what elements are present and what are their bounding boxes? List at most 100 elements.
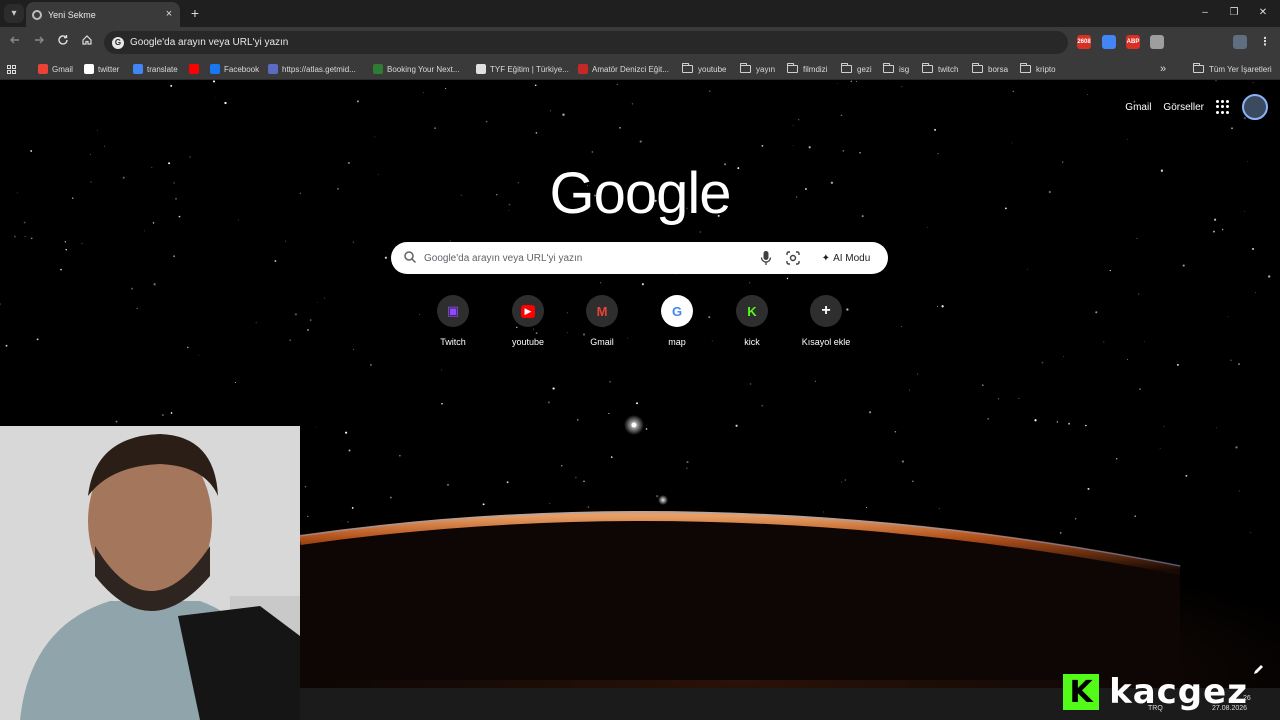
star <box>936 305 939 307</box>
search-input[interactable] <box>424 249 744 267</box>
google-icon: G <box>661 295 693 327</box>
star <box>686 467 688 469</box>
webcam-overlay <box>0 426 300 720</box>
restore-button[interactable]: ❐ <box>1223 5 1245 21</box>
shortcut-tile[interactable]: Gmap <box>640 295 714 347</box>
shortcut-label: map <box>668 337 686 347</box>
home-button[interactable] <box>78 33 96 51</box>
window-close-button[interactable]: ✕ <box>1252 5 1274 21</box>
star <box>81 243 83 245</box>
microphone-icon[interactable] <box>759 250 773 266</box>
minimize-button[interactable]: – <box>1194 5 1216 21</box>
all-bookmarks-button[interactable]: Tüm Yer İşaretleri <box>1193 61 1272 77</box>
address-bar[interactable]: G Google'da arayın veya URL'yi yazın <box>104 31 1068 54</box>
shortcut-tile[interactable]: ▣ Twitch <box>416 295 490 347</box>
star <box>224 101 227 105</box>
star <box>198 354 200 356</box>
adblock-ext-icon[interactable]: ABP <box>1126 35 1140 49</box>
bookmark-item[interactable]: youtube <box>682 61 726 77</box>
tray-date[interactable]: 27.08.2026 <box>1212 705 1247 712</box>
bookmark-item[interactable]: filmdizi <box>787 61 827 77</box>
home-icon <box>82 35 92 45</box>
bookmark-item[interactable]: Booking Your Next... <box>373 61 460 77</box>
reload-button[interactable] <box>54 33 72 51</box>
ai-mode-button[interactable]: ✦ AI Modu <box>813 246 879 270</box>
star <box>1235 446 1238 449</box>
tab-close-icon[interactable]: × <box>162 7 176 21</box>
badge-ext-icon[interactable]: 2608 <box>1077 35 1091 49</box>
account-avatar[interactable] <box>1242 94 1268 120</box>
google-lens-icon[interactable] <box>785 250 801 266</box>
star <box>591 151 594 153</box>
tab-active[interactable]: Yeni Sekme × <box>26 2 180 27</box>
gmail-icon: M <box>586 295 618 327</box>
reload-icon <box>58 35 68 45</box>
star <box>64 241 66 243</box>
shortcut-tile[interactable]: Kkick <box>715 295 789 347</box>
star <box>315 426 317 428</box>
star <box>1227 316 1229 317</box>
bookmark-item[interactable]: gezi <box>841 61 872 77</box>
back-button[interactable] <box>6 33 24 51</box>
bookmark-item[interactable]: Facebook <box>210 61 259 77</box>
star <box>1074 518 1077 520</box>
sailing-icon <box>578 64 588 74</box>
ext-icon[interactable] <box>1150 35 1164 49</box>
shortcut-tile[interactable]: ▶ youtube <box>491 295 565 347</box>
bookmark-item[interactable]: isg <box>883 61 909 77</box>
bookmark-item[interactable]: borsa <box>972 61 1008 77</box>
bookmark-item[interactable]: twitter <box>84 61 119 77</box>
forward-button[interactable] <box>30 33 48 51</box>
bookmarks-overflow-button[interactable]: » <box>1160 61 1166 77</box>
star <box>13 235 16 238</box>
star <box>1176 363 1179 366</box>
star <box>1087 487 1090 490</box>
bookmark-item[interactable]: https://atlas.getmid... <box>268 61 356 77</box>
pencil-icon[interactable] <box>1252 662 1266 676</box>
bookmark-item[interactable]: kripto <box>1020 61 1056 77</box>
star <box>1250 531 1252 534</box>
tab-search-button[interactable]: ▾ <box>4 4 24 23</box>
star <box>1063 356 1064 357</box>
tray-time[interactable]: 26 <box>1243 695 1251 702</box>
bookmark-item[interactable]: Gmail <box>38 61 73 77</box>
star <box>1185 474 1188 477</box>
page-icon <box>476 64 486 74</box>
shortcut-tile[interactable]: + Kısayol ekle <box>789 295 863 347</box>
new-tab-button[interactable]: + <box>186 5 204 23</box>
puzzle-icon[interactable] <box>1198 35 1212 49</box>
star <box>749 383 752 385</box>
star <box>850 80 853 83</box>
translate-ext-icon[interactable] <box>1102 35 1116 49</box>
images-link[interactable]: Görseller <box>1163 102 1204 113</box>
star <box>1068 422 1071 425</box>
star <box>255 322 257 324</box>
tray-language[interactable]: TRQ <box>1148 705 1163 712</box>
kebab-menu-icon[interactable]: ⋮ <box>1258 35 1272 49</box>
bookmark-item[interactable]: translate <box>133 61 178 77</box>
star <box>786 277 789 280</box>
bookmark-item[interactable]: Amatör Denizci Eğit... <box>578 61 669 77</box>
bookmark-item[interactable] <box>189 61 203 77</box>
star <box>307 329 309 331</box>
audio-ext-icon[interactable] <box>1174 35 1188 49</box>
bookmark-item[interactable]: twitch <box>922 61 958 77</box>
star <box>686 461 689 464</box>
bookmark-item[interactable]: TYF Eğitim | Türkiye... <box>476 61 569 77</box>
star <box>560 464 563 467</box>
star <box>619 127 621 129</box>
webcam-person-image <box>0 426 300 720</box>
gmail-link[interactable]: Gmail <box>1125 102 1151 113</box>
shortcut-tile[interactable]: M Gmail <box>565 295 639 347</box>
kick-icon: K <box>736 295 768 327</box>
profile-icon[interactable] <box>1233 35 1247 49</box>
booking-icon <box>373 64 383 74</box>
apps-shortcut[interactable] <box>7 61 16 77</box>
bookmark-item[interactable]: yayın <box>740 61 775 77</box>
star <box>894 431 897 433</box>
star <box>792 145 794 146</box>
search-box[interactable]: ✦ AI Modu <box>391 242 888 274</box>
kick-logo: K <box>1063 674 1100 710</box>
google-icon: G <box>112 36 124 49</box>
google-apps-icon[interactable] <box>1216 100 1230 114</box>
